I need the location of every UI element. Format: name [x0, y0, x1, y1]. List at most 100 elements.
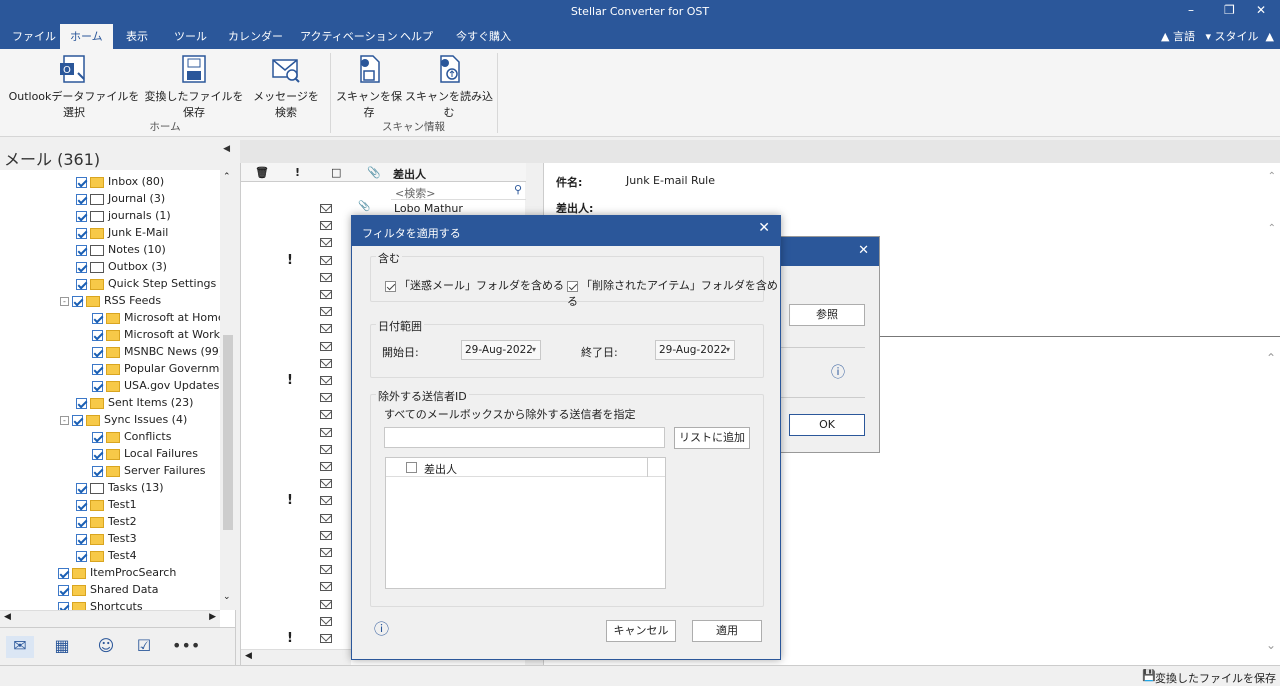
calendar-icon[interactable]: ▦	[48, 636, 76, 658]
folder-tree-item[interactable]: Journal (3)	[76, 190, 165, 207]
checkbox[interactable]	[72, 414, 83, 426]
folder-tree-item[interactable]: Sent Items (23)	[76, 394, 193, 411]
checkbox[interactable]	[76, 261, 87, 273]
folder-tree-item[interactable]: Microsoft at Work	[92, 326, 220, 343]
folder-tree-item[interactable]: Server Failures	[92, 462, 206, 479]
tab-file[interactable]: ファイル	[2, 24, 66, 49]
sender-list[interactable]: 差出人	[385, 457, 666, 589]
scroll-down-arrow-icon[interactable]: ⌄	[223, 592, 231, 602]
folder-tree-item[interactable]: Local Failures	[92, 445, 198, 462]
folder-tree-item[interactable]: Test4	[76, 547, 137, 564]
style-menu[interactable]: スタイル	[1215, 30, 1259, 43]
collapse-icon[interactable]: -	[60, 415, 69, 425]
checkbox[interactable]	[76, 176, 87, 188]
folder-tree-hscrollbar[interactable]: ◀ ▶	[0, 610, 220, 627]
checkbox[interactable]	[58, 567, 69, 579]
scroll-right-arrow-icon[interactable]: ▶	[209, 612, 216, 622]
checkbox[interactable]	[92, 363, 103, 375]
close-icon[interactable]: ✕	[1256, 3, 1266, 17]
folder-tree-item[interactable]: journals (1)	[76, 207, 171, 224]
select-all-checkbox[interactable]	[406, 462, 417, 473]
document-column-icon[interactable]: □	[331, 166, 341, 179]
save-scan-button[interactable]: スキャンを保存	[334, 53, 404, 120]
save-icon[interactable]: 💾	[1142, 669, 1156, 682]
more-icon[interactable]: •••	[172, 636, 200, 658]
from-column-header[interactable]: 差出人	[393, 166, 426, 182]
checkbox[interactable]	[58, 601, 69, 610]
contacts-icon[interactable]: ☺	[92, 636, 120, 658]
folder-tree-vscrollbar[interactable]: ⌃ ⌄	[220, 170, 236, 610]
add-to-list-button[interactable]: リストに追加	[674, 427, 750, 449]
info-icon[interactable]: ⓘ	[831, 362, 845, 382]
folder-tree-item[interactable]: Outbox (3)	[76, 258, 167, 275]
tab-buy-now[interactable]: 今すぐ購入	[446, 24, 521, 49]
checkbox[interactable]	[76, 550, 87, 562]
scroll-down-arrow-icon[interactable]: ⌄	[1266, 638, 1276, 652]
tab-calendar[interactable]: カレンダー	[218, 24, 293, 49]
checkbox[interactable]	[92, 431, 103, 443]
folder-tree-item[interactable]: Shortcuts	[58, 598, 143, 610]
select-outlook-file-button[interactable]: O Outlookデータファイルを選択	[8, 53, 140, 120]
info-icon[interactable]: ⓘ	[374, 618, 389, 639]
checkbox[interactable]	[92, 380, 103, 392]
folder-tree-item[interactable]: Microsoft at Home	[92, 309, 220, 326]
checkbox[interactable]	[76, 516, 87, 528]
folder-tree-item[interactable]: Test3	[76, 530, 137, 547]
folder-tree-item[interactable]: Junk E-Mail	[76, 224, 168, 241]
tab-view[interactable]: 表示	[116, 24, 158, 49]
folder-tree-item[interactable]: Conflicts	[92, 428, 171, 445]
folder-tree-item[interactable]: Test1	[76, 496, 137, 513]
mail-icon[interactable]: ✉	[6, 636, 34, 658]
scroll-left-arrow-icon[interactable]: ◀	[4, 612, 11, 622]
folder-tree-item[interactable]: - RSS Feeds	[60, 292, 161, 309]
scroll-up-arrow-icon[interactable]: ⌃	[1266, 351, 1276, 365]
checkbox[interactable]	[76, 210, 87, 222]
delete-column-icon[interactable]: 🗑	[255, 166, 269, 179]
close-icon[interactable]: ✕	[858, 243, 869, 258]
tab-tools[interactable]: ツール	[164, 24, 217, 49]
collapse-pane-icon[interactable]: ◀	[223, 144, 230, 154]
include-junk-checkbox[interactable]: 「迷惑メール」フォルダを含める	[385, 277, 564, 293]
restore-icon[interactable]: ❐	[1224, 3, 1235, 17]
checkbox[interactable]	[76, 499, 87, 511]
tasks-icon[interactable]: ☑	[130, 636, 158, 658]
apply-button[interactable]: 適用	[692, 620, 762, 642]
start-date-picker[interactable]: 29-Aug-2022 ▾	[461, 340, 541, 360]
checkbox[interactable]	[76, 482, 87, 494]
folder-tree-item[interactable]: USA.gov Updates:	[92, 377, 220, 394]
checkbox[interactable]	[76, 278, 87, 290]
include-deleted-checkbox[interactable]: 「削除されたアイテム」フォルダを含める	[567, 277, 780, 309]
checkbox[interactable]	[76, 397, 87, 409]
list-search-input[interactable]: <検索>	[395, 185, 435, 201]
checkbox[interactable]	[92, 346, 103, 358]
end-date-picker[interactable]: 29-Aug-2022 ▾	[655, 340, 735, 360]
load-scan-button[interactable]: スキャンを読み込む	[404, 53, 494, 120]
scroll-up-arrow-icon[interactable]: ⌃	[1268, 223, 1276, 234]
checkbox[interactable]	[92, 465, 103, 477]
folder-tree-item[interactable]: Popular Government	[92, 360, 220, 377]
status-save-converted[interactable]: 変換したファイルを保存	[1155, 670, 1276, 686]
folder-tree-item[interactable]: Inbox (80)	[76, 173, 164, 190]
folder-tree-item[interactable]: Test2	[76, 513, 137, 530]
folder-tree-item[interactable]: MSNBC News (99)	[92, 343, 220, 360]
close-icon[interactable]: ✕	[758, 220, 770, 236]
sender-input[interactable]	[384, 427, 665, 448]
checkbox[interactable]	[76, 533, 87, 545]
ok-button[interactable]: OK	[789, 414, 865, 436]
collapse-icon[interactable]: -	[60, 296, 69, 306]
scroll-thumb[interactable]	[223, 335, 233, 530]
folder-tree-item[interactable]: Notes (10)	[76, 241, 166, 258]
language-menu[interactable]: 言語	[1173, 30, 1195, 43]
folder-tree-item[interactable]: Shared Data	[58, 581, 159, 598]
checkbox[interactable]	[76, 244, 87, 256]
checkbox[interactable]	[76, 193, 87, 205]
attachment-column-icon[interactable]: 📎	[367, 166, 381, 179]
checkbox[interactable]	[76, 227, 87, 239]
checkbox[interactable]	[92, 329, 103, 341]
checkbox[interactable]	[385, 280, 396, 292]
scroll-left-arrow-icon[interactable]: ◀	[245, 651, 252, 661]
tab-home[interactable]: ホーム	[60, 24, 113, 49]
folder-tree-item[interactable]: Tasks (13)	[76, 479, 164, 496]
checkbox[interactable]	[72, 295, 83, 307]
cancel-button[interactable]: キャンセル	[606, 620, 676, 642]
